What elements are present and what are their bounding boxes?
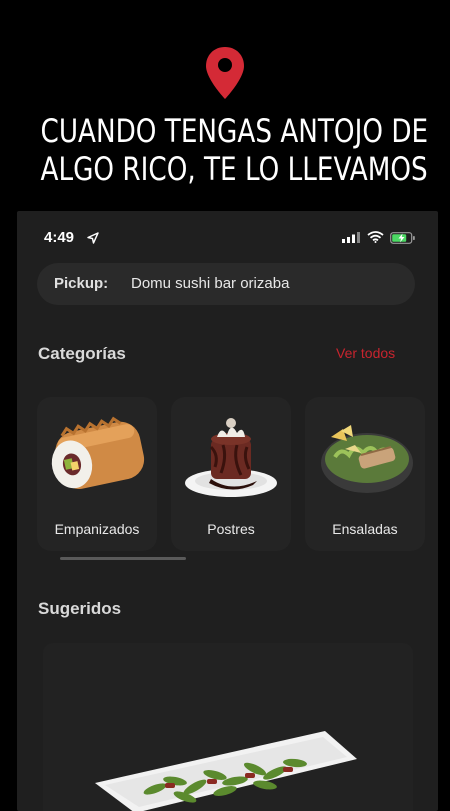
dessert-image xyxy=(185,418,277,497)
pickup-location: Domu sushi bar orizaba xyxy=(131,275,290,292)
category-label: Postres xyxy=(207,521,255,537)
category-card-ensaladas[interactable]: Ensaladas xyxy=(305,397,425,551)
status-time: 4:49 xyxy=(44,229,75,246)
categories-title: Categorías xyxy=(38,344,126,363)
promo-line-2: ALGO RICO, TE LO LLEVAMOS xyxy=(40,150,428,188)
promo-headline: CUANDO TENGAS ANTOJO DE ALGO RICO, TE LO… xyxy=(40,112,429,188)
category-card-postres[interactable]: Postres xyxy=(171,397,291,551)
cellular-signal-icon xyxy=(342,232,360,243)
phone-screen: 4:49 Pickup: Domu sushi bar orizaba Cate… xyxy=(17,211,438,811)
location-pin-icon xyxy=(206,47,244,99)
salad-image xyxy=(321,425,413,493)
location-arrow-icon xyxy=(87,232,99,244)
category-label: Empanizados xyxy=(54,521,140,537)
sushi-roll-image xyxy=(51,416,145,489)
battery-charging-icon xyxy=(390,232,415,244)
category-label: Ensaladas xyxy=(332,521,398,537)
suggested-title: Sugeridos xyxy=(38,599,122,618)
edamame-dish-image xyxy=(95,731,357,811)
wifi-icon xyxy=(367,231,384,243)
pickup-selector[interactable]: Pickup: Domu sushi bar orizaba xyxy=(37,263,415,305)
see-all-link[interactable]: Ver todos xyxy=(336,345,395,361)
status-bar: 4:49 xyxy=(17,211,438,263)
categories-scroll-indicator[interactable] xyxy=(60,557,186,560)
category-card-empanizados[interactable]: Empanizados xyxy=(37,397,157,551)
pickup-label: Pickup: xyxy=(54,275,109,292)
promo-line-1: CUANDO TENGAS ANTOJO DE xyxy=(40,112,429,150)
